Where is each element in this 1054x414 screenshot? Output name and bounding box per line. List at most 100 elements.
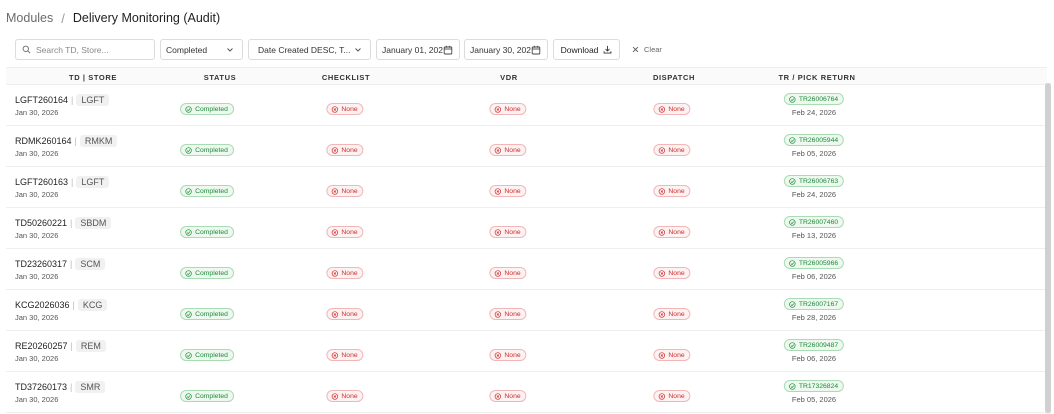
checklist-badge: None xyxy=(326,267,364,279)
td-number[interactable]: LGFT260164 xyxy=(15,95,68,105)
td-store-cell: LGFT260164 | LGFT xyxy=(15,94,110,106)
date-to-field[interactable]: January 30, 202 xyxy=(464,39,548,60)
table-row[interactable]: RDMK260164 | RMKM Jan 30, 2026 Completed None… xyxy=(6,126,1047,167)
status-badge: Completed xyxy=(180,349,234,361)
td-number[interactable]: RE20260257 xyxy=(15,341,68,351)
column-header-td-store[interactable]: TD | STORE xyxy=(69,73,117,82)
table-row[interactable]: TD23260317 | SCM Jan 30, 2026 Completed None N… xyxy=(6,249,1047,290)
table-row[interactable]: LGFT260164 | LGFT Jan 30, 2026 Completed None… xyxy=(6,85,1047,126)
tr-number-badge[interactable]: TR26009487 xyxy=(783,339,845,351)
vdr-badge: None xyxy=(489,267,527,279)
x-circle-icon xyxy=(494,269,502,277)
vdr-badge: None xyxy=(489,390,527,402)
status-badge-label: Completed xyxy=(195,351,228,359)
dispatch-badge-label: None xyxy=(668,351,685,359)
check-circle-icon xyxy=(185,310,192,318)
vdr-badge-label: None xyxy=(504,269,521,277)
checklist-badge-label: None xyxy=(341,146,358,154)
status-badge: Completed xyxy=(180,144,234,156)
download-icon xyxy=(604,45,612,54)
check-circle-icon xyxy=(789,259,796,267)
table-row[interactable]: KCG2026036 | KCG Jan 30, 2026 Completed None N… xyxy=(6,290,1047,331)
column-header-status[interactable]: STATUS xyxy=(204,73,237,82)
check-circle-icon xyxy=(185,146,192,154)
breadcrumb-separator: / xyxy=(61,10,65,26)
td-number[interactable]: TD37260173 xyxy=(15,382,67,392)
td-store-cell: TD23260317 | SCM xyxy=(15,258,106,270)
tr-date: Feb 06, 2026 xyxy=(791,272,837,281)
tr-number-label: TR26005966 xyxy=(798,259,839,267)
td-number[interactable]: LGFT260163 xyxy=(15,177,68,187)
status-filter-select[interactable]: Completed xyxy=(160,39,243,60)
store-code-badge: REM xyxy=(75,340,106,352)
td-created-date: Jan 30, 2026 xyxy=(15,272,59,281)
checklist-badge-label: None xyxy=(341,228,358,236)
tr-number-badge[interactable]: TR26007167 xyxy=(783,298,845,310)
vdr-badge-label: None xyxy=(504,351,521,359)
column-header-tr-pick-return[interactable]: TR / PICK RETURN xyxy=(778,73,855,82)
store-code-badge: RMKM xyxy=(79,135,118,147)
dispatch-badge-label: None xyxy=(668,392,685,400)
x-circle-icon xyxy=(331,105,339,113)
clear-button[interactable]: Clear xyxy=(632,39,662,60)
sort-select[interactable]: Date Created DESC, T... xyxy=(248,39,371,60)
breadcrumb-modules-link[interactable]: Modules xyxy=(6,11,53,25)
calendar-icon[interactable] xyxy=(531,45,541,55)
tr-number-badge[interactable]: TR17326824 xyxy=(783,380,845,392)
column-header-checklist[interactable]: CHECKLIST xyxy=(322,73,370,82)
column-header-vdr[interactable]: VDR xyxy=(500,73,518,82)
scrollbar-thumb[interactable] xyxy=(1045,83,1051,413)
search-icon xyxy=(22,45,31,54)
x-circle-icon xyxy=(494,310,502,318)
td-store-cell: TD37260173 | SMR xyxy=(15,381,106,393)
td-number[interactable]: TD23260317 xyxy=(15,259,67,269)
table-row[interactable]: TD50260221 | SBDM Jan 30, 2026 Completed None… xyxy=(6,208,1047,249)
x-circle-icon xyxy=(658,269,666,277)
x-circle-icon xyxy=(658,228,666,236)
dispatch-badge-label: None xyxy=(668,310,685,318)
tr-number-label: TR26007460 xyxy=(798,218,839,226)
dispatch-badge-label: None xyxy=(668,187,685,195)
check-circle-icon xyxy=(789,95,796,103)
tr-number-label: TR26007167 xyxy=(798,300,839,308)
dispatch-badge-label: None xyxy=(668,228,685,236)
x-circle-icon xyxy=(331,269,339,277)
calendar-icon[interactable] xyxy=(443,45,453,55)
table-row[interactable]: TD37260173 | SMR Jan 30, 2026 Completed None N… xyxy=(6,372,1047,413)
tr-number-label: TR17326824 xyxy=(798,382,839,390)
td-store-cell: RE20260257 | REM xyxy=(15,340,106,352)
vertical-scrollbar[interactable] xyxy=(1045,83,1051,414)
status-badge-label: Completed xyxy=(195,228,228,236)
x-circle-icon xyxy=(331,310,339,318)
td-store-cell: LGFT260163 | LGFT xyxy=(15,176,110,188)
status-badge: Completed xyxy=(180,103,234,115)
tr-number-badge[interactable]: TR26006764 xyxy=(783,93,845,105)
filter-toolbar: Completed Date Created DESC, T... Januar… xyxy=(15,39,1054,60)
td-store-divider: | xyxy=(71,95,74,105)
vdr-badge-label: None xyxy=(504,392,521,400)
x-circle-icon xyxy=(658,310,666,318)
column-header-dispatch[interactable]: DISPATCH xyxy=(653,73,695,82)
tr-date: Feb 05, 2026 xyxy=(791,395,837,404)
date-from-field[interactable]: January 01, 202 xyxy=(376,39,460,60)
download-button[interactable]: Download xyxy=(553,39,620,60)
tr-number-badge[interactable]: TR26006763 xyxy=(783,175,845,187)
tr-number-badge[interactable]: TR26005944 xyxy=(783,134,845,146)
td-number[interactable]: KCG2026036 xyxy=(15,300,70,310)
td-store-cell: TD50260221 | SBDM xyxy=(15,217,112,229)
tr-number-badge[interactable]: TR26005966 xyxy=(783,257,845,269)
td-store-cell: RDMK260164 | RMKM xyxy=(15,135,118,147)
vdr-badge: None xyxy=(489,226,527,238)
vdr-badge: None xyxy=(489,103,527,115)
status-badge-label: Completed xyxy=(195,146,228,154)
td-number[interactable]: RDMK260164 xyxy=(15,136,72,146)
tr-date: Feb 13, 2026 xyxy=(791,231,837,240)
table-row[interactable]: LGFT260163 | LGFT Jan 30, 2026 Completed None… xyxy=(6,167,1047,208)
search-input[interactable] xyxy=(36,44,146,55)
tr-number-badge[interactable]: TR26007460 xyxy=(783,216,845,228)
td-number[interactable]: TD50260221 xyxy=(15,218,67,228)
search-box[interactable] xyxy=(15,39,155,60)
table-row[interactable]: RE20260257 | REM Jan 30, 2026 Completed None N… xyxy=(6,331,1047,372)
td-created-date: Jan 30, 2026 xyxy=(15,149,59,158)
vdr-badge-label: None xyxy=(504,146,521,154)
